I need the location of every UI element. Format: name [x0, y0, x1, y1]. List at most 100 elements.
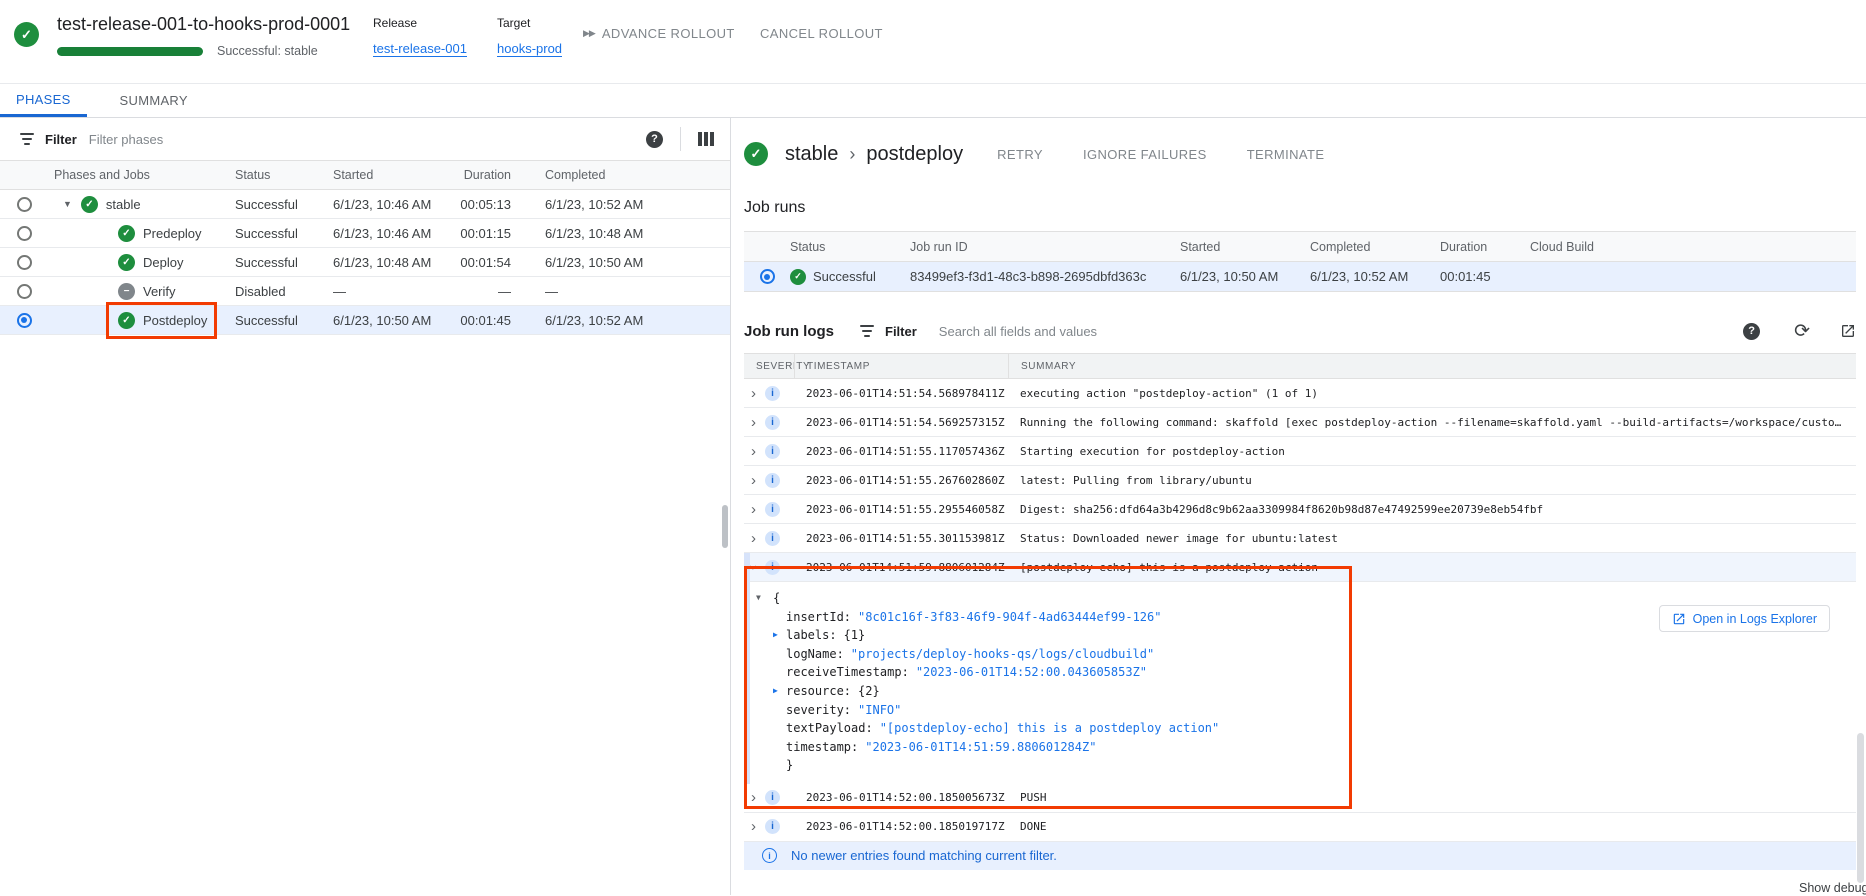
- cancel-rollout-button[interactable]: CANCEL ROLLOUT: [760, 26, 883, 41]
- json-value: "projects/deploy-hooks-qs/logs/cloudbuil…: [851, 645, 1154, 664]
- job-status: Successful: [235, 226, 333, 241]
- log-entry-row[interactable]: ›i 2023-06-01T14:51:55.267602860Z latest…: [744, 466, 1856, 495]
- rollout-progress-bar: [57, 47, 203, 56]
- triangle-right-icon[interactable]: ▶: [773, 626, 786, 645]
- refresh-icon[interactable]: ⟳: [1794, 320, 1810, 343]
- tab-phases[interactable]: PHASES: [0, 84, 87, 117]
- terminate-button[interactable]: TERMINATE: [1247, 147, 1325, 162]
- help-glyph: ?: [651, 133, 658, 145]
- chevron-right-icon[interactable]: ›: [751, 790, 756, 805]
- advance-rollout-button[interactable]: ▶▶ ADVANCE ROLLOUT: [583, 26, 735, 41]
- job-run-radio-selected[interactable]: [760, 269, 775, 284]
- chevron-right-icon[interactable]: ›: [751, 444, 756, 459]
- log-timestamp: 2023-06-01T14:52:00.185019717Z: [794, 820, 1008, 833]
- log-summary: Running the following command: skaffold …: [1008, 416, 1856, 429]
- job-row-predeploy[interactable]: ✓ Predeploy Successful 6/1/23, 10:46 AM …: [0, 219, 730, 248]
- json-value: "INFO": [858, 701, 901, 720]
- log-entry-row-expanded[interactable]: ›i 2023-06-01T14:51:59.880601284Z [postd…: [744, 553, 1856, 582]
- job-run-status: Successful: [813, 269, 876, 284]
- logs-table-header: SEVERITY TIMESTAMP SUMMARY: [744, 353, 1856, 379]
- job-completed: 6/1/23, 10:50 AM: [525, 255, 730, 270]
- log-entry-row[interactable]: ›i 2023-06-01T14:51:55.301153981Z Status…: [744, 524, 1856, 553]
- log-entry-row[interactable]: ›i 2023-06-01T14:51:54.568978411Z execut…: [744, 379, 1856, 408]
- info-severity-icon: i: [765, 819, 780, 834]
- open-in-logs-explorer-label: Open in Logs Explorer: [1693, 612, 1817, 626]
- log-timestamp: 2023-06-01T14:51:59.880601284Z: [794, 561, 1008, 574]
- release-link[interactable]: test-release-001: [373, 41, 467, 57]
- chevron-right-icon[interactable]: ›: [751, 819, 756, 834]
- json-value: {2}: [858, 682, 880, 701]
- job-run-row[interactable]: ✓ Successful 83499ef3-f3d1-48c3-b898-269…: [744, 262, 1856, 292]
- triangle-right-icon[interactable]: ▶: [773, 682, 786, 701]
- job-radio[interactable]: [17, 255, 32, 270]
- job-radio[interactable]: [17, 226, 32, 241]
- json-key: insertId:: [786, 608, 851, 627]
- show-debug-link[interactable]: Show debug m: [1799, 881, 1866, 895]
- ignore-failures-button[interactable]: IGNORE FAILURES: [1083, 147, 1207, 162]
- filter-icon: [860, 322, 874, 340]
- target-link[interactable]: hooks-prod: [497, 41, 562, 57]
- chevron-down-icon[interactable]: ›: [746, 565, 761, 570]
- job-duration: 00:01:45: [445, 313, 525, 328]
- job-row-postdeploy[interactable]: ✓ Postdeploy Successful 6/1/23, 10:50 AM…: [0, 306, 730, 335]
- help-icon[interactable]: ?: [646, 131, 663, 148]
- job-row-deploy[interactable]: ✓ Deploy Successful 6/1/23, 10:48 AM 00:…: [0, 248, 730, 277]
- job-completed: 6/1/23, 10:52 AM: [525, 313, 730, 328]
- log-summary: latest: Pulling from library/ubuntu: [1008, 474, 1856, 487]
- log-entry-row[interactable]: ›i 2023-06-01T14:51:54.569257315Z Runnin…: [744, 408, 1856, 437]
- tab-summary[interactable]: SUMMARY: [103, 84, 205, 117]
- logs-filter-label: Filter: [885, 324, 917, 339]
- job-run-completed: 6/1/23, 10:52 AM: [1310, 269, 1440, 284]
- json-key: severity:: [786, 701, 851, 720]
- job-success-icon: ✓: [744, 142, 768, 166]
- chevron-right-icon[interactable]: ›: [751, 386, 756, 401]
- rollout-header: ✓ test-release-001-to-hooks-prod-0001 Su…: [0, 0, 1866, 84]
- col-status: Status: [790, 240, 910, 254]
- log-timestamp: 2023-06-01T14:52:00.185005673Z: [794, 791, 1008, 804]
- expanded-log-entry: ›i 2023-06-01T14:51:59.880601284Z [postd…: [744, 553, 1856, 784]
- logs-help-icon[interactable]: ?: [1743, 323, 1760, 340]
- triangle-down-icon[interactable]: ▼: [756, 589, 773, 608]
- col-status: Status: [235, 168, 333, 182]
- left-panel-scrollbar-thumb[interactable]: [722, 505, 728, 548]
- chevron-right-icon[interactable]: ›: [751, 531, 756, 546]
- phases-table-header: Phases and Jobs Status Started Duration …: [0, 160, 730, 190]
- job-runs-title: Job runs: [744, 199, 1856, 217]
- log-timestamp: 2023-06-01T14:51:54.569257315Z: [794, 416, 1008, 429]
- rollout-title: test-release-001-to-hooks-prod-0001: [57, 14, 350, 35]
- success-icon: ✓: [118, 254, 135, 271]
- json-key: logName:: [786, 645, 844, 664]
- job-status: Successful: [235, 313, 333, 328]
- cancel-rollout-label: CANCEL ROLLOUT: [760, 26, 883, 41]
- job-row-verify[interactable]: − Verify Disabled — — —: [0, 277, 730, 306]
- chevron-right-icon[interactable]: ›: [751, 502, 756, 517]
- open-in-logs-explorer-button[interactable]: Open in Logs Explorer: [1659, 605, 1830, 632]
- chevron-right-icon[interactable]: ›: [751, 473, 756, 488]
- log-entry-row[interactable]: ›i 2023-06-01T14:52:00.185005673Z PUSH: [744, 784, 1856, 813]
- json-key: resource:: [786, 682, 851, 701]
- open-in-new-icon[interactable]: [1840, 323, 1856, 339]
- toolbar-divider: [680, 127, 681, 151]
- col-started: Started: [1180, 240, 1310, 254]
- logs-search-input[interactable]: [939, 324, 1743, 339]
- banner-text: No newer entries found matching current …: [791, 848, 1057, 863]
- info-severity-icon: i: [765, 444, 780, 459]
- column-settings-icon[interactable]: [698, 132, 714, 146]
- chevron-right-icon[interactable]: ›: [751, 415, 756, 430]
- job-radio-selected[interactable]: [17, 313, 32, 328]
- page-scrollbar-thumb[interactable]: [1857, 733, 1864, 883]
- job-detail-title-row: ✓ stable › postdeploy RETRY IGNORE FAILU…: [744, 142, 1856, 166]
- phase-row-stable[interactable]: ▼ ✓ stable Successful 6/1/23, 10:46 AM 0…: [0, 190, 730, 219]
- disabled-icon: −: [118, 283, 135, 300]
- log-timestamp: 2023-06-01T14:51:55.267602860Z: [794, 474, 1008, 487]
- phase-radio[interactable]: [17, 197, 32, 212]
- advance-rollout-label: ADVANCE ROLLOUT: [602, 26, 735, 41]
- filter-phases-input[interactable]: [89, 132, 646, 147]
- log-entry-row[interactable]: ›i 2023-06-01T14:52:00.185019717Z DONE: [744, 813, 1856, 842]
- log-entry-row[interactable]: ›i 2023-06-01T14:51:55.295546058Z Digest…: [744, 495, 1856, 524]
- rollout-success-icon: ✓: [14, 22, 39, 47]
- log-entry-row[interactable]: ›i 2023-06-01T14:51:55.117057436Z Starti…: [744, 437, 1856, 466]
- collapse-triangle-icon[interactable]: ▼: [63, 199, 72, 209]
- retry-button[interactable]: RETRY: [997, 147, 1043, 162]
- job-radio[interactable]: [17, 284, 32, 299]
